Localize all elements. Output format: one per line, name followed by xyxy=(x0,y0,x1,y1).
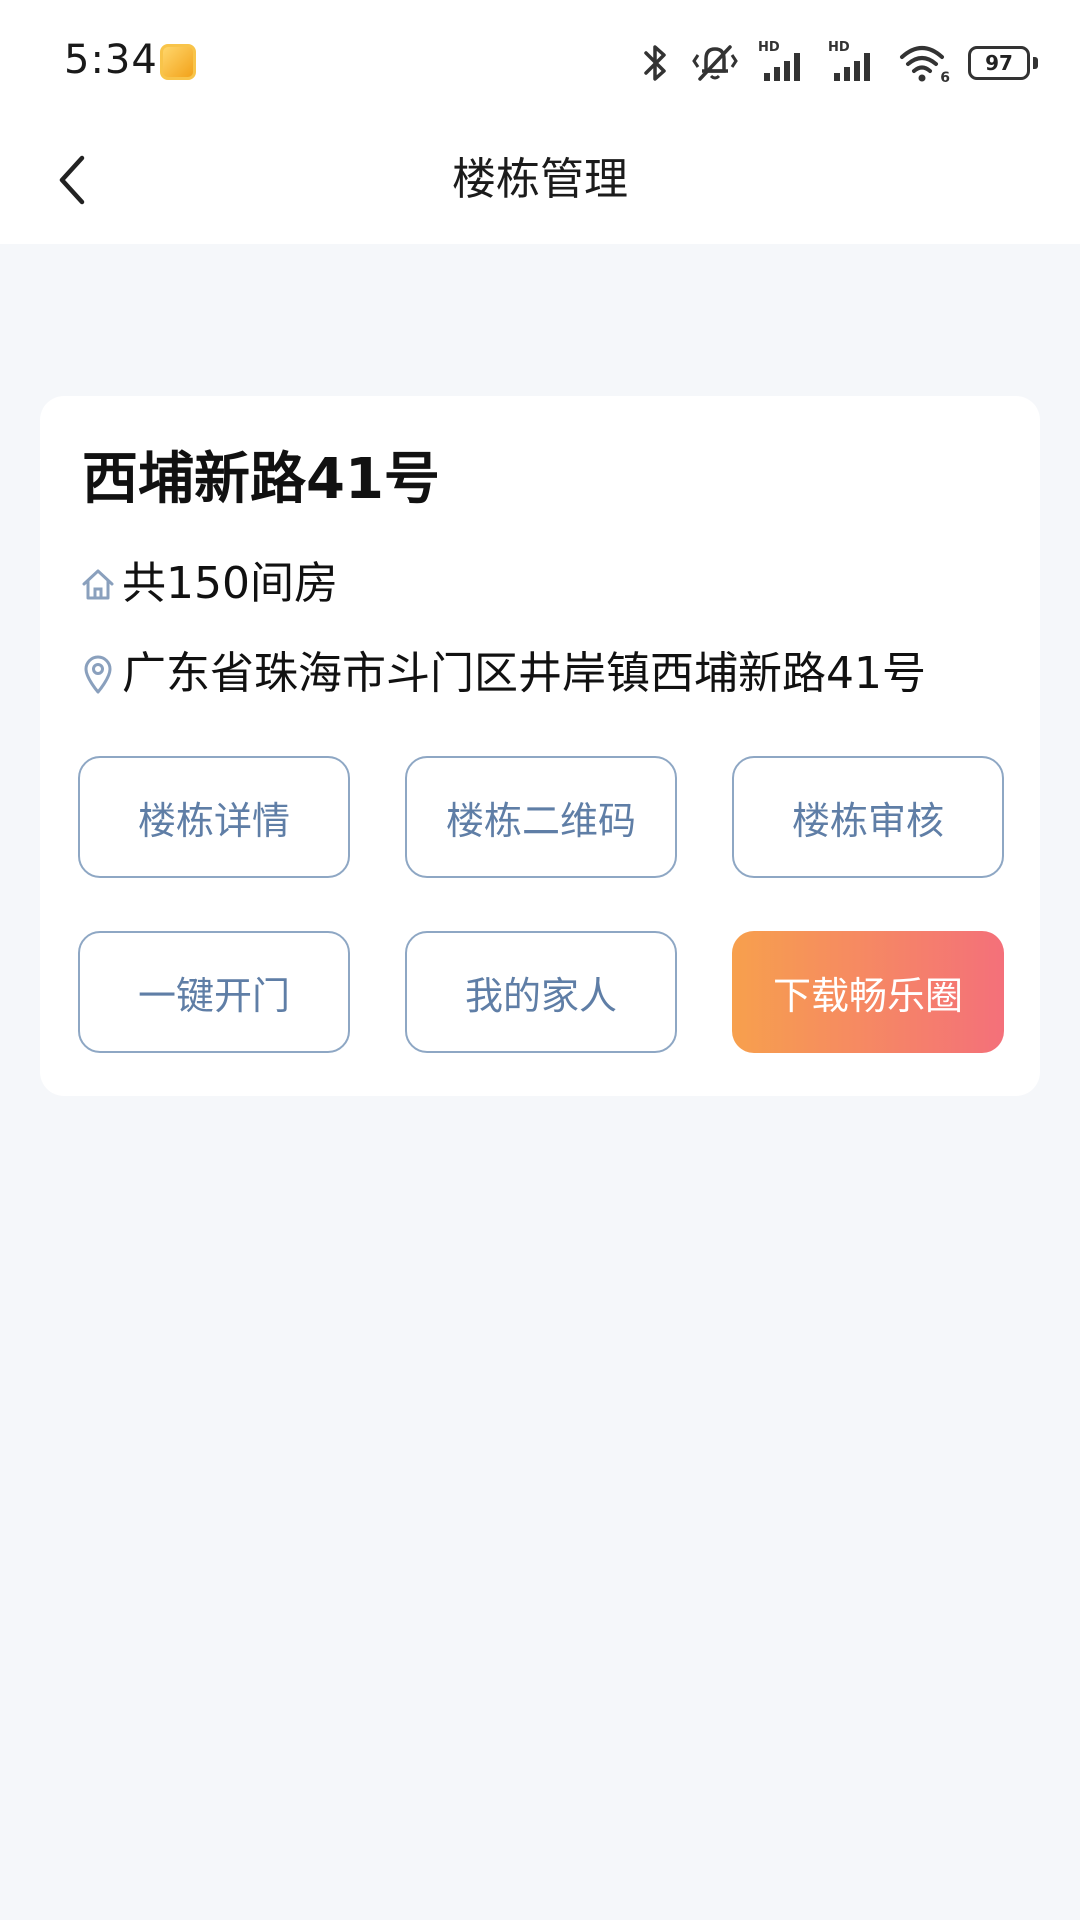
wifi-badge: 6 xyxy=(940,70,950,86)
download-app-button[interactable]: 下载畅乐圈 xyxy=(732,931,1004,1053)
battery-nub xyxy=(1033,57,1038,69)
rooms-row: 共150间房 xyxy=(80,556,338,612)
battery-icon: 97 xyxy=(968,46,1038,80)
page-title: 楼栋管理 xyxy=(452,154,628,205)
rooms-text: 共150间房 xyxy=(122,558,338,609)
app-notification-icon xyxy=(160,44,196,80)
building-name: 西埔新路41号 xyxy=(82,447,440,512)
building-qrcode-button[interactable]: 楼栋二维码 xyxy=(405,756,677,878)
building-review-button[interactable]: 楼栋审核 xyxy=(732,756,1004,878)
bluetooth-icon xyxy=(638,41,672,85)
nav-bar: 楼栋管理 xyxy=(0,130,1080,244)
status-icons: HD HD 6 97 xyxy=(638,36,1038,90)
status-time: 5:34 xyxy=(64,37,158,83)
building-card: 西埔新路41号 共150间房 广东省珠海市斗门区井岸镇西埔新路41号 楼栋详情 … xyxy=(40,396,1040,1096)
my-family-button[interactable]: 我的家人 xyxy=(405,931,677,1053)
one-key-open-door-button[interactable]: 一键开门 xyxy=(78,931,350,1053)
building-details-button[interactable]: 楼栋详情 xyxy=(78,756,350,878)
location-pin-icon xyxy=(80,654,116,694)
signal-icon: HD xyxy=(828,41,880,85)
vibrate-mute-icon xyxy=(690,41,740,85)
action-buttons: 楼栋详情 楼栋二维码 楼栋审核 一键开门 我的家人 下载畅乐圈 xyxy=(78,756,1004,1056)
status-bar: 5:34 HD HD 6 97 xyxy=(0,0,1080,130)
top-area: 5:34 HD HD 6 97 楼栋管理 xyxy=(0,0,1080,244)
address-text: 广东省珠海市斗门区井岸镇西埔新路41号 xyxy=(122,648,926,699)
signal-icon: HD xyxy=(758,41,810,85)
battery-level: 97 xyxy=(985,51,1013,75)
screen: 5:34 HD HD 6 97 楼栋管理 西埔新路41号 共150间房 广东省珠… xyxy=(0,0,1080,1920)
wifi-icon: 6 xyxy=(898,41,950,85)
address-row: 广东省珠海市斗门区井岸镇西埔新路41号 xyxy=(80,646,926,702)
home-icon xyxy=(80,564,116,604)
